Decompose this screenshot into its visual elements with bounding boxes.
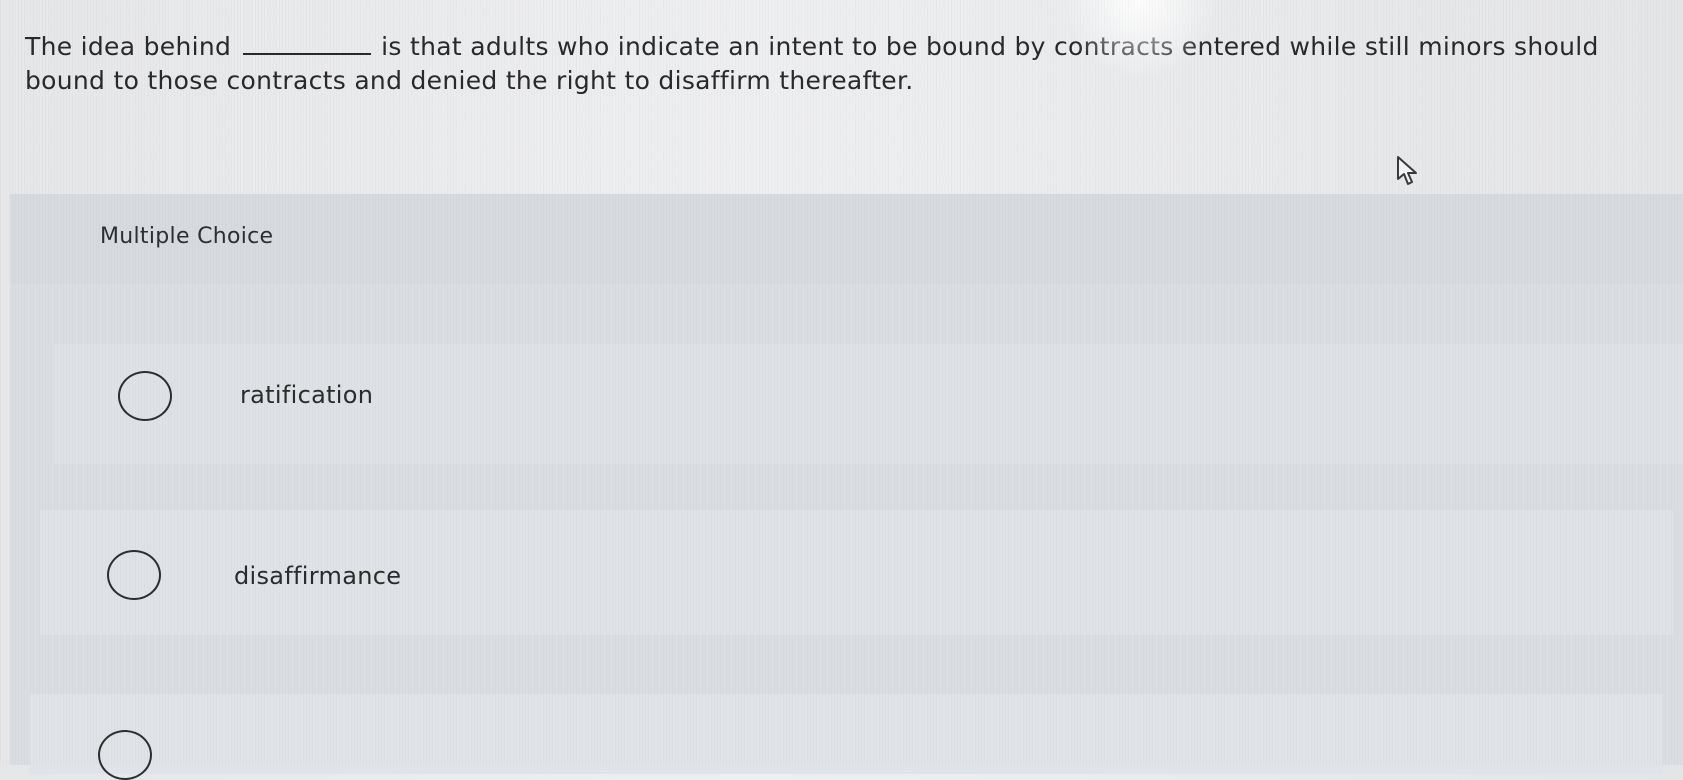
multiple-choice-title: Multiple Choice bbox=[100, 224, 274, 249]
question-line-2: bound to those contracts and denied the … bbox=[25, 66, 914, 95]
multiple-choice-panel: Multiple Choice ratification disaffirman… bbox=[10, 194, 1683, 780]
option-ratification[interactable]: ratification bbox=[55, 344, 1683, 464]
option-label: disaffirmance bbox=[234, 562, 402, 590]
question-part-after-blank: is that adults who indicate an intent to… bbox=[381, 32, 1599, 61]
option-third-partial[interactable] bbox=[30, 694, 1663, 780]
mouse-pointer-icon bbox=[1397, 156, 1417, 185]
option-label: ratification bbox=[240, 381, 374, 409]
radio-circle-icon[interactable] bbox=[118, 371, 172, 421]
question-part-before-blank: The idea behind bbox=[25, 32, 232, 61]
answer-blank bbox=[243, 33, 372, 55]
radio-circle-icon[interactable] bbox=[107, 550, 161, 600]
question-text: The idea behind is that adults who indica… bbox=[25, 30, 1683, 98]
question-line-1: The idea behind is that adults who indica… bbox=[25, 30, 1683, 64]
radio-circle-icon[interactable] bbox=[98, 730, 152, 780]
option-disaffirmance[interactable]: disaffirmance bbox=[40, 510, 1673, 635]
multiple-choice-header: Multiple Choice bbox=[10, 194, 1683, 284]
